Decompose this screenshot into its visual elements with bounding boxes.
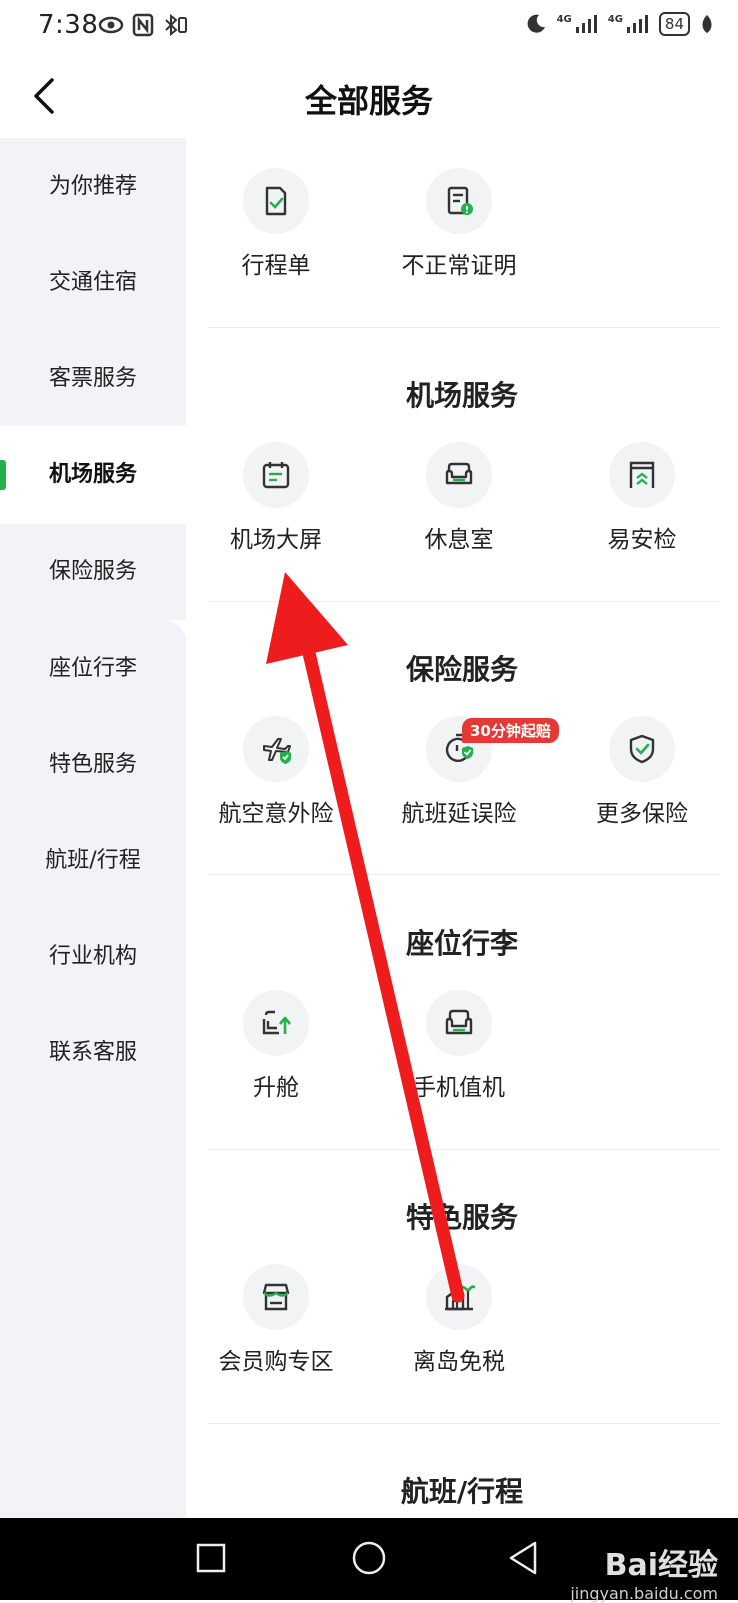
lounge-icon-bg: [426, 442, 492, 508]
service-mobile-checkin[interactable]: 手机值机: [374, 990, 544, 1102]
sidebar-item-airport[interactable]: 机场服务: [0, 426, 186, 524]
service-airport-screen[interactable]: 机场大屏: [191, 442, 361, 554]
section-divider: [208, 1423, 720, 1424]
sidebar-item-industry[interactable]: 行业机构: [0, 908, 186, 1006]
recent-apps-button[interactable]: [196, 1540, 226, 1576]
upgrade-icon-bg: [243, 990, 309, 1056]
service-label: 行程单: [241, 253, 311, 279]
section-divider: [208, 874, 720, 875]
sidebar-item-insurance[interactable]: 保险服务: [0, 523, 186, 621]
back-nav-button[interactable]: [508, 1540, 538, 1576]
watermark-url: jingyan.baidu.com: [570, 1584, 718, 1603]
sidebar: 为你推荐 交通住宿 客票服务 机场服务 保险服务 座位行李 特色服务 航班/行程…: [0, 138, 186, 1518]
signal-icon-2: [626, 15, 648, 33]
dutyfree-icon-bg: [426, 1264, 492, 1330]
baidu-watermark: Bai经验 jingyan.baidu.com: [570, 1540, 718, 1603]
watermark-brand: Bai经验: [604, 1548, 718, 1583]
signal-icon: [575, 15, 597, 33]
sidebar-item-seat-baggage[interactable]: 座位行李: [0, 620, 186, 718]
service-accident-insurance[interactable]: 航空意外险: [191, 716, 361, 828]
service-label: 机场大屏: [230, 527, 322, 553]
member-shop-icon-bg: [243, 1264, 309, 1330]
section-title-seat-baggage: 座位行李: [405, 927, 518, 960]
service-label: 航班延误险: [401, 801, 517, 827]
service-member-shop[interactable]: 会员购专区: [191, 1264, 361, 1376]
service-more-insurance[interactable]: 更多保险: [557, 716, 727, 828]
header: 全部服务: [0, 52, 738, 138]
sidebar-item-label: 机场服务: [48, 462, 137, 487]
seat-checkin-icon: [445, 1009, 473, 1035]
status-bar: 7:38 4G 4G 84: [0, 0, 738, 52]
section-divider: [208, 1149, 720, 1150]
service-label: 易安检: [607, 527, 677, 553]
airport-screen-icon: [262, 462, 290, 489]
lounge-sofa-icon: [445, 462, 473, 485]
status-time: 7:38: [38, 10, 99, 40]
service-label: 离岛免税: [413, 1349, 505, 1375]
section-divider: [208, 327, 720, 328]
island-dutyfree-icon: [445, 1285, 475, 1311]
service-label: 升舱: [253, 1075, 299, 1101]
leaf-icon: [702, 15, 712, 33]
more-insurance-icon-bg: [609, 716, 675, 782]
airport-screen-icon-bg: [243, 442, 309, 508]
active-indicator: [0, 460, 6, 490]
security-icon-bg: [609, 442, 675, 508]
sidebar-item-special[interactable]: 特色服务: [0, 716, 186, 814]
sidebar-item-transport[interactable]: 交通住宿: [0, 234, 186, 332]
service-label: 会员购专区: [218, 1349, 334, 1375]
page-title: 全部服务: [304, 82, 433, 120]
itinerary-document-icon: [265, 186, 287, 216]
battery-indicator: 84: [658, 12, 690, 36]
member-shop-icon: [262, 1283, 290, 1311]
compensation-badge: 30分钟起赔: [462, 718, 559, 743]
status-left-icons: [98, 12, 188, 38]
service-label: 不正常证明: [401, 253, 517, 279]
accident-insurance-icon-bg: [243, 716, 309, 782]
section-divider: [208, 601, 720, 602]
section-title-special: 特色服务: [405, 1201, 518, 1234]
system-nav-bar: Bai经验 jingyan.baidu.com: [0, 1518, 738, 1603]
sidebar-item-flight[interactable]: 航班/行程: [0, 812, 186, 910]
eye-icon: [98, 16, 124, 34]
itinerary-icon-bg: [243, 168, 309, 234]
nfc-icon: [132, 13, 154, 37]
section-title-airport: 机场服务: [405, 379, 518, 412]
service-label: 手机值机: [413, 1075, 505, 1101]
service-security-check[interactable]: 易安检: [557, 442, 727, 554]
service-lounge[interactable]: 休息室: [374, 442, 544, 554]
service-island-dutyfree[interactable]: 离岛免税: [374, 1264, 544, 1376]
signal-4g-label-2: 4G: [607, 13, 623, 25]
home-button[interactable]: [351, 1540, 387, 1576]
service-label: 更多保险: [596, 801, 688, 827]
sidebar-item-recommend[interactable]: 为你推荐: [0, 138, 186, 236]
section-title-flight-trip: 航班/行程: [400, 1475, 524, 1508]
upgrade-seat-icon: [262, 1010, 291, 1035]
status-right-icons: 4G 4G 84: [525, 12, 714, 36]
bluetooth-icon: [165, 13, 187, 37]
sidebar-item-ticket[interactable]: 客票服务: [0, 330, 186, 428]
service-label: 休息室: [424, 527, 494, 553]
checkin-icon-bg: [426, 990, 492, 1056]
sidebar-item-support[interactable]: 联系客服: [0, 1004, 186, 1102]
shield-check-icon: [629, 734, 655, 764]
certificate-icon-bg: [426, 168, 492, 234]
irregular-flight-certificate-icon: [447, 186, 473, 215]
plane-shield-icon: [263, 738, 291, 764]
section-title-insurance: 保险服务: [405, 653, 518, 686]
signal-4g-label: 4G: [556, 13, 572, 25]
service-itinerary[interactable]: 行程单: [191, 168, 361, 280]
security-check-icon: [629, 461, 655, 488]
service-label: 航空意外险: [218, 801, 334, 827]
service-upgrade[interactable]: 升舱: [191, 990, 361, 1102]
service-irregular-certificate[interactable]: 不正常证明: [374, 168, 544, 280]
moon-icon: [527, 14, 545, 33]
